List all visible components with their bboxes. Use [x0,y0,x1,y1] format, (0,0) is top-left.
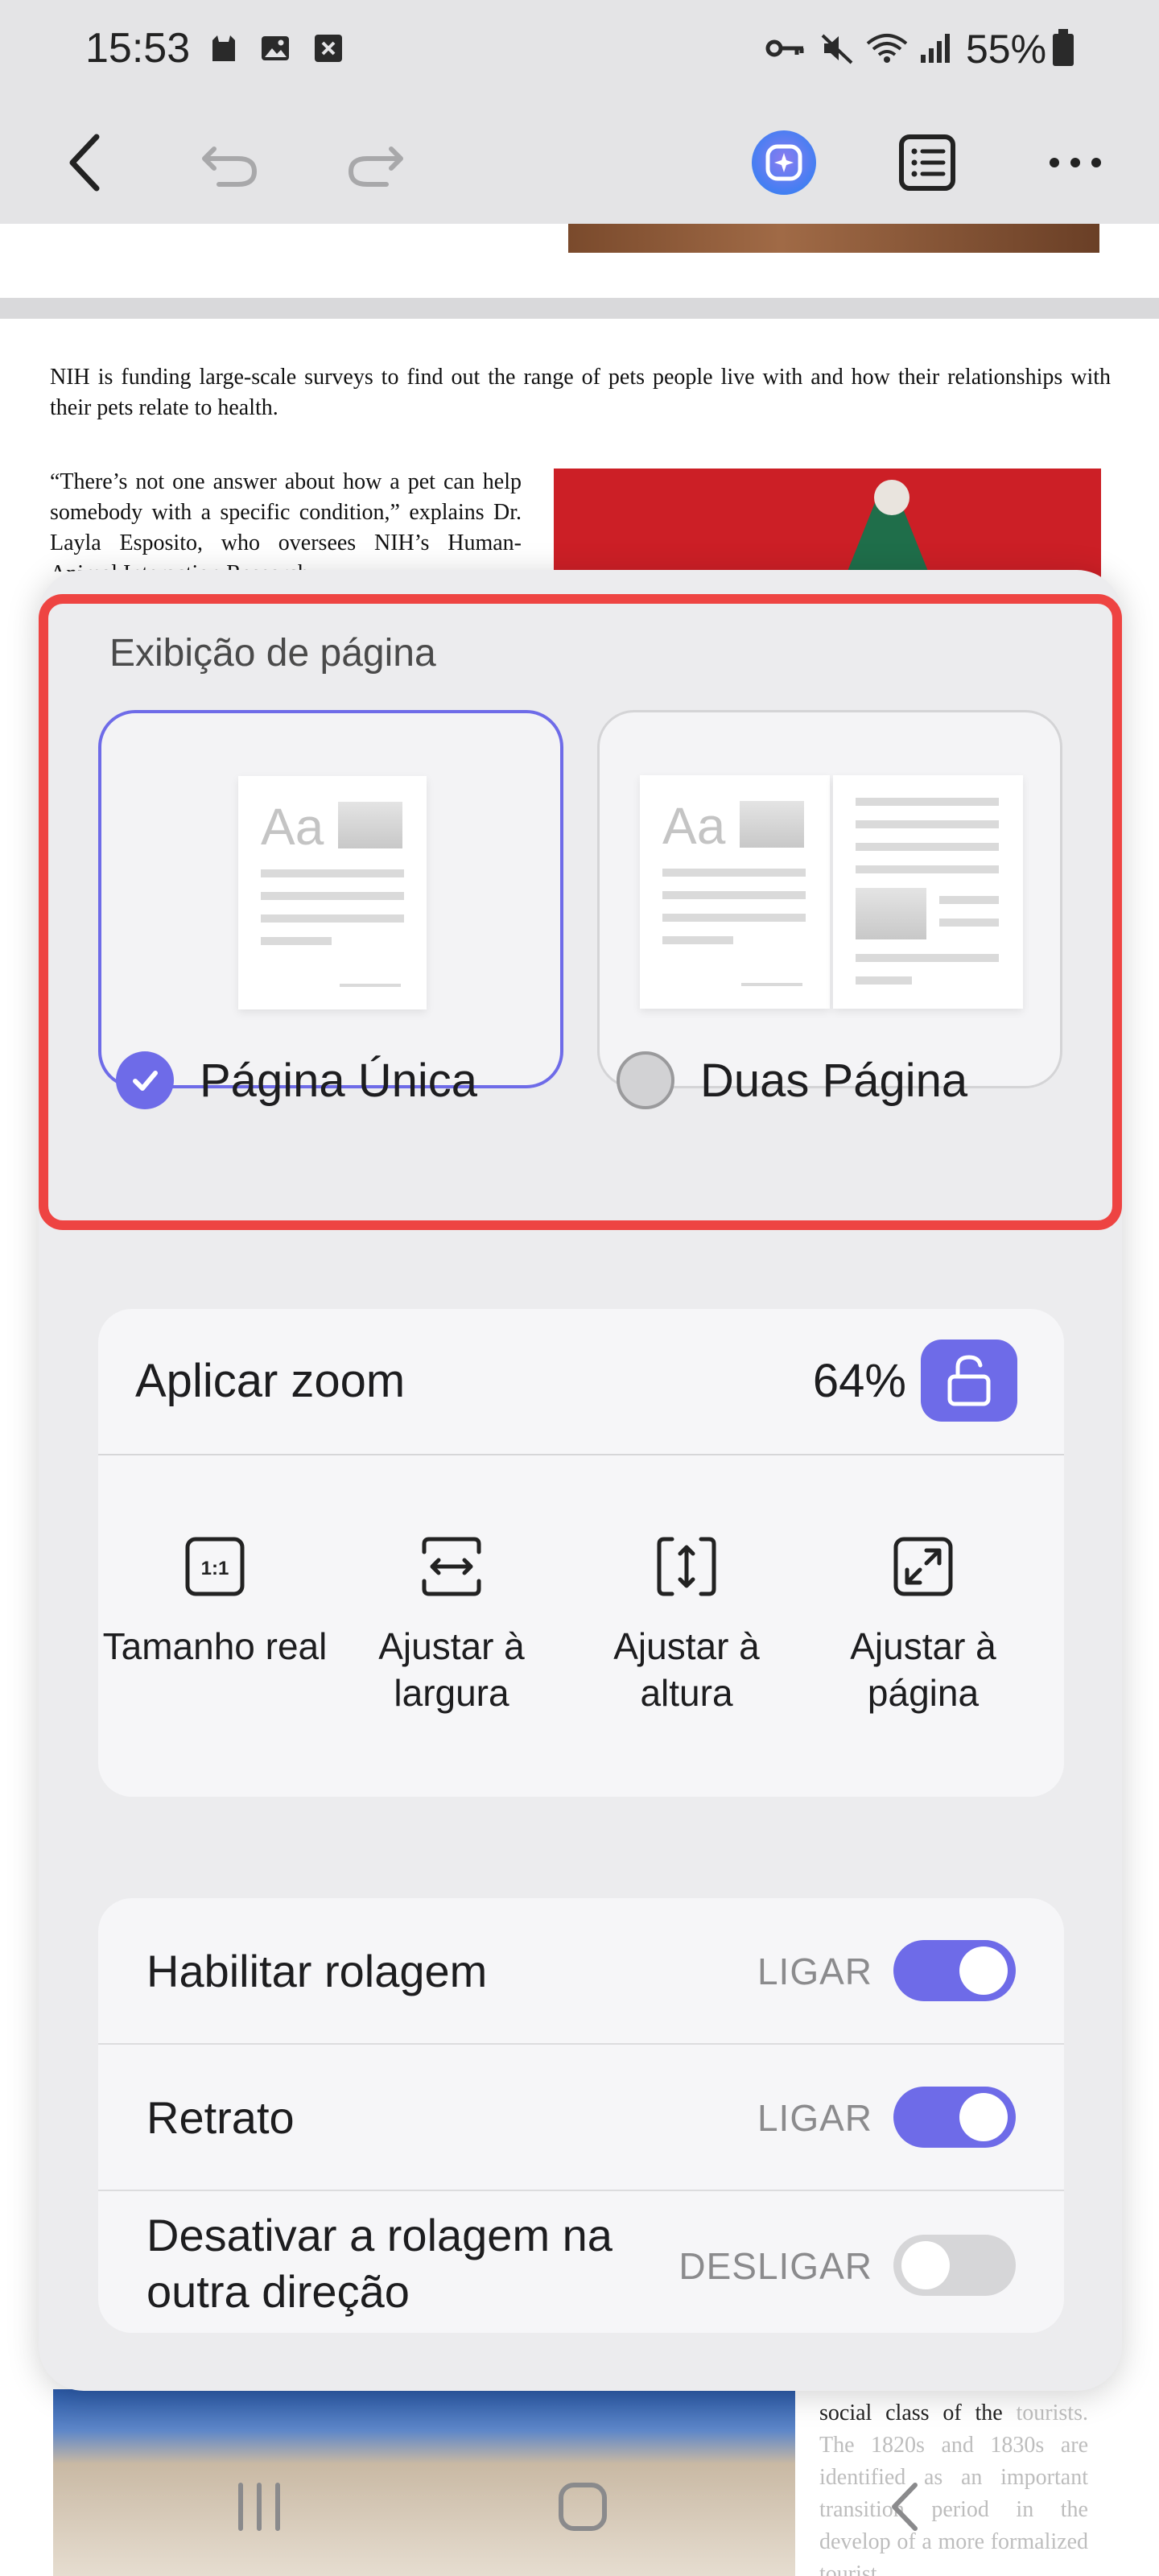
back-button[interactable] [40,118,130,208]
blocked-icon [315,35,342,62]
two-page-label: Duas Página [700,1054,968,1107]
view-settings-panel: Exibição de página Aa Aa Página Única Du… [39,570,1122,2391]
zoom-title: Aplicar zoom [135,1355,406,1407]
fit-page-button[interactable]: Ajustar à página [806,1526,1040,1716]
setting-row-disable-other-scroll[interactable]: Desativar a rolagem na outra direção DES… [98,2191,1064,2333]
document-paragraph: NIH is funding large-scale surveys to fi… [50,365,1111,420]
wifi-icon [866,34,908,63]
two-page-card[interactable]: Aa [597,710,1062,1088]
more-icon [1050,158,1101,167]
fit-height-button[interactable]: Ajustar à altura [570,1526,803,1716]
battery-icon [1053,29,1074,66]
actual-size-label: Tamanho real [102,1625,328,1667]
fit-width-label: Ajustar à largura [378,1625,525,1714]
recents-icon [238,2483,280,2531]
actual-size-icon: 1:1 [185,1537,245,1596]
back-arrow-icon [69,134,100,192]
fit-page-label: Ajustar à página [850,1625,996,1714]
fit-page-icon [893,1537,953,1596]
setting-label: Desativar a rolagem na outra direção [146,2210,612,2317]
nav-back-button[interactable] [858,2458,955,2555]
single-page-card[interactable]: Aa [98,710,563,1088]
svg-text:1:1: 1:1 [201,1558,229,1579]
unlock-icon [947,1355,991,1406]
two-page-option[interactable]: Duas Página [617,1051,967,1109]
setting-label: Habilitar rolagem [146,1946,488,1996]
status-bar: 15:53 55% [0,0,1159,101]
two-page-thumbnail-left: Aa [640,775,830,1009]
enable-scroll-toggle[interactable] [893,1940,1016,2001]
home-button[interactable] [534,2458,631,2555]
setting-state: LIGAR [757,1951,872,1992]
undo-icon [202,147,258,187]
two-page-radio[interactable] [617,1051,674,1109]
home-icon [559,2483,607,2531]
setting-label: Retrato [146,2092,295,2143]
gallery-icon [262,36,289,60]
page-gap [0,298,1159,319]
key-icon [765,39,804,57]
undo-button[interactable] [185,118,275,208]
ai-assistant-button[interactable] [739,118,829,208]
scroll-settings-card: Habilitar rolagem LIGAR Retrato LIGAR De… [98,1898,1064,2333]
recents-button[interactable] [211,2458,307,2555]
cat-icon [212,35,235,61]
signal-icon [921,34,950,63]
fit-height-icon [657,1537,716,1596]
document-paragraph: “There’s not one answer about how a pet … [50,469,522,572]
redo-icon [348,147,403,187]
document-image-previous [568,224,1099,253]
navigation-bar [0,2434,1159,2576]
divider [98,1454,1064,1455]
fit-width-icon [422,1537,481,1596]
ai-assistant-icon [752,130,816,195]
zoom-value: 64% [812,1355,906,1407]
disable-other-scroll-toggle[interactable] [893,2235,1016,2296]
portrait-toggle[interactable] [893,2087,1016,2148]
actual-size-button[interactable]: 1:1 Tamanho real [98,1526,332,1670]
zoom-lock-button[interactable] [921,1340,1017,1422]
setting-state: LIGAR [757,2097,872,2139]
setting-row-portrait[interactable]: Retrato LIGAR [98,2045,1064,2190]
check-icon [133,1071,158,1091]
status-time: 15:53 [85,25,191,72]
single-page-label: Página Única [200,1054,477,1107]
page-view-title: Exibição de página [109,632,436,675]
battery-percent: 55% [966,27,1047,72]
two-page-thumbnail-right [833,775,1023,1009]
fit-height-label: Ajustar à altura [613,1625,760,1714]
more-options-button[interactable] [1030,118,1120,208]
mute-icon [821,34,853,64]
fit-width-button[interactable]: Ajustar à largura [335,1526,568,1716]
zoom-card: Aplicar zoom 64% 1:1 Tamanho real Ajusta… [98,1309,1064,1797]
list-icon [899,134,955,191]
setting-state: DESLIGAR [678,2245,872,2287]
single-page-radio[interactable] [116,1051,174,1109]
document-image-elf [554,469,1101,581]
nav-back-icon [892,2483,918,2531]
toolbar [0,101,1159,224]
redo-button[interactable] [330,118,420,208]
single-page-option[interactable]: Página Única [116,1051,477,1109]
single-page-thumbnail: Aa [238,776,427,1009]
outline-button[interactable] [882,118,972,208]
setting-row-enable-scroll[interactable]: Habilitar rolagem LIGAR [98,1898,1064,2043]
